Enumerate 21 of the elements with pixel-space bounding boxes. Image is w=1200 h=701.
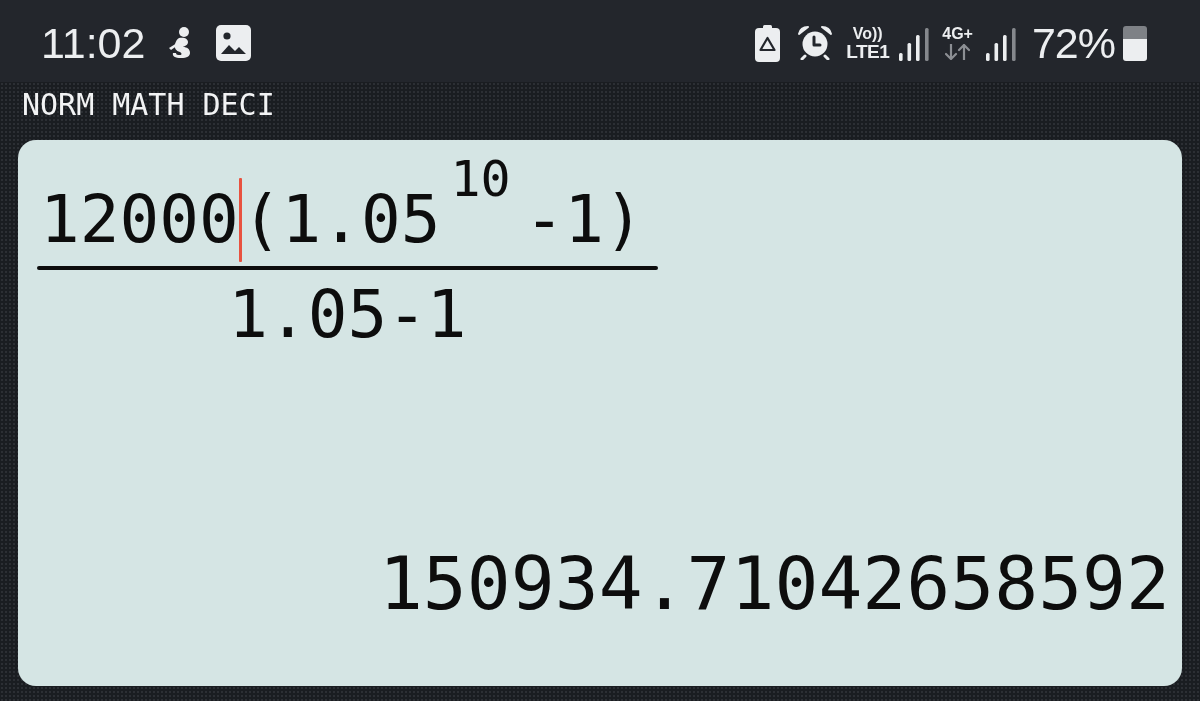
mode-indicator: DECI [202, 90, 275, 120]
result-value: 150934.71042658592 [378, 547, 1170, 620]
signal-icon [985, 27, 1016, 61]
expression-text: (1.05 [241, 187, 441, 253]
signal-icon [899, 27, 930, 61]
battery-percent: 72% [1031, 21, 1115, 65]
network-label: LTE1 [846, 41, 890, 61]
volte-label: Vo)) [852, 25, 883, 42]
exponent-text: 10 [450, 154, 511, 204]
mode-indicator: MATH [112, 90, 185, 120]
battery-icon [1123, 25, 1147, 61]
denominator-text: 1.05-1 [228, 282, 467, 348]
mode-indicator: NORM [22, 90, 95, 120]
battery-recycle-icon [755, 24, 781, 62]
alarm-clock-icon [798, 26, 833, 60]
data-arrows-icon [945, 44, 971, 60]
expression-text: -1) [524, 187, 644, 253]
network-type-label: 4G+ [942, 26, 973, 42]
image-icon [216, 25, 252, 61]
expression-text: 12000 [40, 187, 239, 253]
clock-time: 11:02 [41, 21, 146, 65]
